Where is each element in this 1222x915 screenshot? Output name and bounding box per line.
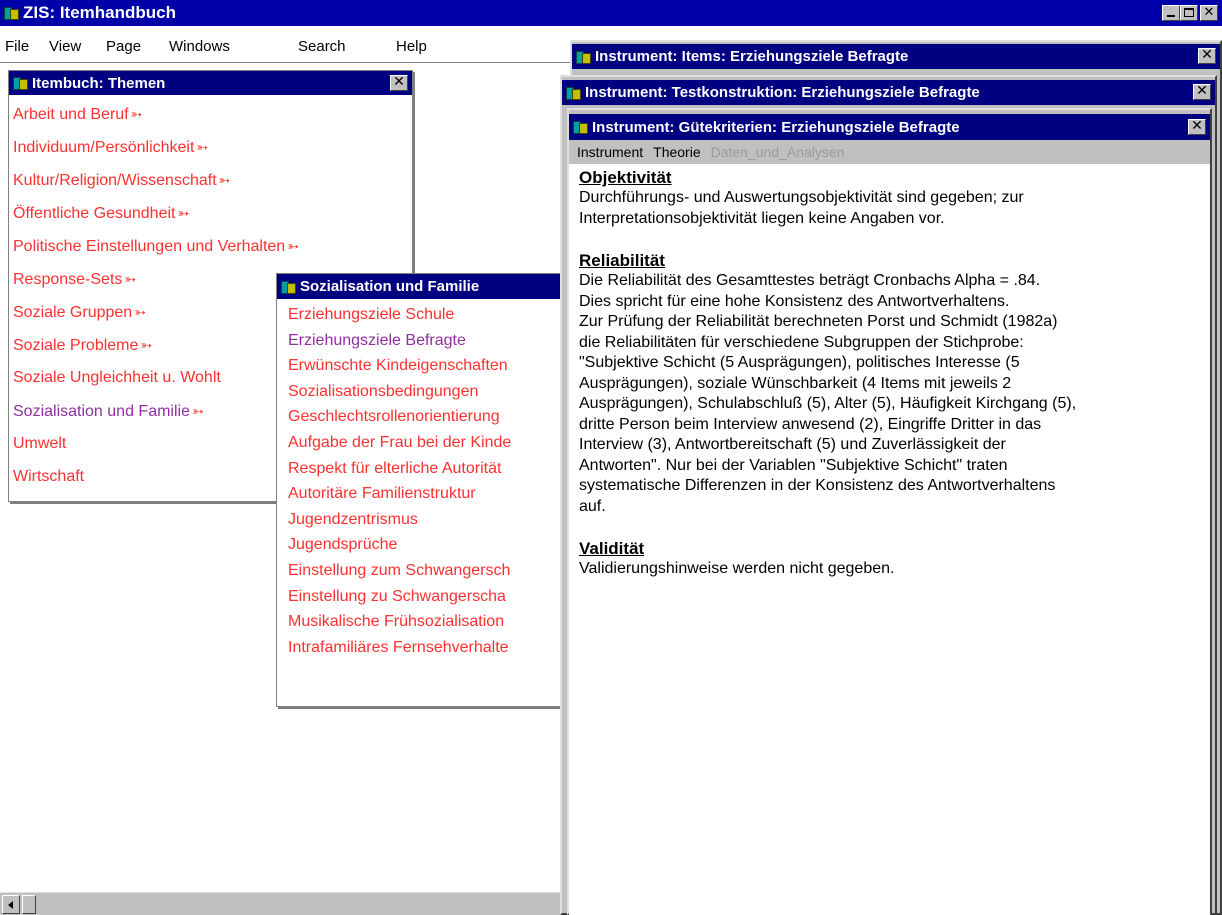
scroll-left-button[interactable] [2,895,20,914]
guetekriterien-content: Objektivität Durchführungs- und Auswertu… [569,164,1210,915]
arrow-right-icon: ➳ [140,337,153,353]
text-line: "Subjektive Schicht (5 Ausprägungen), po… [579,354,1020,371]
subtopic-item[interactable]: Einstellung zu Schwangerscha [277,584,569,610]
menu-help[interactable]: Help [396,38,427,55]
menu-search[interactable]: Search [298,38,346,55]
topic-item[interactable]: Politische Einstellungen und Verhalten ➳ [9,230,412,263]
text-line: Antworten". Nur bei der Variablen "Subje… [579,456,1008,474]
app-title-bar: ZIS: Itemhandbuch ✕ [0,0,1222,26]
arrow-right-icon: ➳ [177,205,190,221]
items-title-bar: Instrument: Items: Erziehungsziele Befra… [572,44,1220,69]
testkonstruktion-title-bar: Instrument: Testkonstruktion: Erziehungs… [562,80,1215,105]
section-heading: Validität [579,539,645,558]
close-icon: ✕ [1196,83,1208,99]
window-icon [12,76,28,90]
subtopic-item[interactable]: Respekt für elterliche Autorität [277,456,569,482]
close-icon: ✕ [1191,118,1203,134]
section-heading: Reliabilität [579,251,665,270]
scroll-thumb[interactable] [22,895,36,914]
maximize-icon [1184,8,1194,17]
topic-item[interactable]: Individuum/Persönlichkeit ➳ [9,131,412,164]
text-line: Durchführungs- und Auswertungsobjektivit… [579,189,1024,206]
app-icon [3,6,19,20]
minimize-icon [1167,15,1175,17]
subtopic-item[interactable]: Autoritäre Familienstruktur [277,481,569,507]
app-close-button[interactable]: ✕ [1200,5,1218,21]
guetekriterien-title-bar: Instrument: Gütekriterien: Erziehungszie… [569,114,1210,140]
testkonstruktion-close-button[interactable]: ✕ [1193,84,1211,100]
text-line: systematische Differenzen in der Konsist… [579,477,1056,494]
window-icon [280,280,296,294]
arrow-right-icon: ➳ [218,172,231,188]
text-line: Interpretationsobjektivität liegen keine… [579,209,945,227]
menu-instrument[interactable]: Instrument [577,140,643,164]
themen-close-button[interactable]: ✕ [390,75,408,91]
guetekriterien-menu-bar: Instrument Theorie Daten_und_Analysen [569,140,1210,164]
topic-item[interactable]: Kultur/Religion/Wissenschaft ➳ [9,164,412,197]
horizontal-scrollbar[interactable] [0,892,570,915]
text-line: Die Reliabilität des Gesamttestes beträg… [579,272,1041,289]
guetekriterien-title: Instrument: Gütekriterien: Erziehungszie… [592,118,960,136]
close-icon: ✕ [1201,47,1213,63]
menu-view[interactable]: View [49,38,81,55]
subtopic-item[interactable]: Jugendzentrismus [277,507,569,533]
themen-title: Itembuch: Themen [32,74,166,92]
text-line: auf. [579,497,606,515]
text-line: Interview (3), Antwortbereitschaft (5) u… [579,436,1006,453]
arrow-right-icon: ➳ [134,304,146,320]
subtopic-item[interactable]: Intrafamiliäres Fernsehverhalte [277,635,569,661]
subtopic-item-visited[interactable]: Erziehungsziele Befragte [277,328,569,354]
sozialisation-window: Sozialisation und Familie Erziehungsziel… [276,273,570,707]
testkonstruktion-title: Instrument: Testkonstruktion: Erziehungs… [585,84,980,101]
window-icon [572,120,588,134]
guetekriterien-window: Instrument: Gütekriterien: Erziehungszie… [567,108,1212,915]
app-title: ZIS: Itemhandbuch [23,3,176,22]
text-line: Validierungshinweise werden nicht gegebe… [579,560,895,577]
text-line: Dies spricht für eine hohe Konsistenz de… [579,292,1010,310]
text-line: Ausprägungen), Schulabschluß (5), Alter … [579,395,1077,412]
window-icon [565,86,581,100]
themen-title-bar: Itembuch: Themen ✕ [9,71,412,95]
window-icon [575,50,591,64]
items-title: Instrument: Items: Erziehungsziele Befra… [595,48,909,65]
text-line: die Reliabilitäten für verschiedene Subg… [579,333,1024,351]
maximize-button[interactable] [1180,5,1198,21]
items-close-button[interactable]: ✕ [1198,48,1216,64]
subtopic-item[interactable]: Erziehungsziele Schule [277,302,569,328]
menu-theorie[interactable]: Theorie [653,140,700,164]
section-heading: Objektivität [579,168,672,187]
text-line: Ausprägungen), soziale Wünschbarkeit (4 … [579,374,1012,392]
close-icon: ✕ [1203,5,1215,20]
arrow-right-icon: ➳ [191,403,204,419]
menu-file[interactable]: File [5,38,29,55]
menu-windows[interactable]: Windows [169,38,230,55]
minimize-button[interactable] [1162,5,1180,21]
menu-page[interactable]: Page [106,38,141,55]
arrow-right-icon: ➳ [196,139,209,155]
sozialisation-title: Sozialisation und Familie [300,278,480,295]
sozialisation-title-bar: Sozialisation und Familie [277,274,569,299]
arrow-right-icon: ➳ [287,238,299,254]
sozialisation-list: Erziehungsziele Schule Erziehungsziele B… [277,299,569,660]
subtopic-item[interactable]: Geschlechtsrollenorientierung [277,404,569,430]
subtopic-item[interactable]: Aufgabe der Frau bei der Kinde [277,430,569,456]
arrow-left-icon [8,901,13,909]
subtopic-item[interactable]: Sozialisationsbedingungen [277,379,569,405]
subtopic-item[interactable]: Einstellung zum Schwangersch [277,558,569,584]
topic-item[interactable]: Öffentliche Gesundheit ➳ [9,197,412,230]
text-line: Zur Prüfung der Reliabilität berechneten… [579,313,1058,330]
text-line: dritte Person beim Interview anwesend (2… [579,415,1042,433]
menu-daten-und-analysen: Daten_und_Analysen [710,144,845,160]
close-icon: ✕ [393,74,405,90]
topic-item[interactable]: Arbeit und Beruf ➳ [9,98,412,131]
subtopic-item[interactable]: Jugendsprüche [277,532,569,558]
main-menu-bar: File View Page Windows Search Help [0,38,570,62]
subtopic-item[interactable]: Musikalische Frühsozialisation [277,609,569,635]
subtopic-item[interactable]: Erwünschte Kindeigenschaften [277,353,569,379]
arrow-right-icon: ➳ [124,271,137,287]
arrow-right-icon: ➳ [130,106,143,122]
guetekriterien-close-button[interactable]: ✕ [1188,119,1206,135]
